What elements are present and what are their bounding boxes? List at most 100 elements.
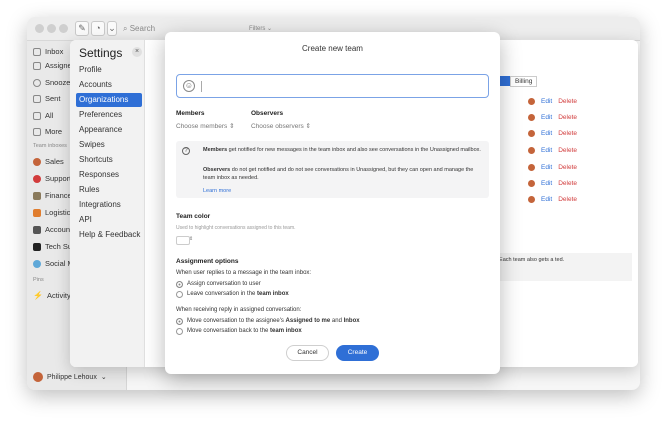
- settings-nav-profile[interactable]: Profile: [76, 63, 142, 77]
- create-team-dialog: Create new team ☺ Members Choose members…: [165, 32, 500, 374]
- team-row: Edit Delete: [528, 164, 577, 171]
- team-row: Edit Delete: [528, 130, 577, 137]
- radio-assign-to-user[interactable]: [176, 281, 183, 288]
- sidebar-team-logistics[interactable]: Logistics: [33, 208, 74, 217]
- tab-billing[interactable]: Billing: [510, 76, 538, 87]
- settings-nav-help[interactable]: Help & Feedback: [76, 228, 142, 242]
- cancel-button[interactable]: Cancel: [286, 345, 329, 361]
- team-row: Edit Delete: [528, 147, 577, 154]
- inbox-icon: [33, 47, 41, 56]
- roles-info-box: ? Members get notified for new messages …: [176, 141, 489, 198]
- delete-link[interactable]: Delete: [558, 196, 577, 203]
- teams-note: . Each team also gets a ted.: [492, 253, 632, 281]
- sidebar-item-snoozed[interactable]: Snoozed: [33, 78, 75, 87]
- radio-leave-in-team-inbox[interactable]: [176, 291, 183, 298]
- edit-link[interactable]: Edit: [541, 196, 552, 203]
- edit-link[interactable]: Edit: [541, 114, 552, 121]
- settings-nav-shortcuts[interactable]: Shortcuts: [76, 153, 142, 167]
- zoom-window-icon[interactable]: [59, 24, 68, 33]
- observers-select[interactable]: Choose observers ⇕: [251, 122, 311, 130]
- avatar: [33, 372, 43, 382]
- settings-nav-preferences[interactable]: Preferences: [76, 108, 142, 122]
- radio-move-back-to-team-inbox[interactable]: [176, 328, 183, 335]
- pins-heading: Pins: [33, 277, 44, 283]
- close-window-icon[interactable]: [35, 24, 44, 33]
- team-name-input[interactable]: ☺: [176, 74, 489, 98]
- team-sales-icon: [33, 157, 41, 166]
- delete-link[interactable]: Delete: [558, 114, 577, 121]
- close-icon[interactable]: ×: [132, 47, 142, 57]
- team-color-picker[interactable]: [176, 236, 190, 245]
- team-social-media-icon: [33, 259, 41, 268]
- assigned-icon: [33, 61, 41, 70]
- sidebar-team-support[interactable]: Support: [33, 174, 71, 183]
- avatar: [528, 180, 535, 187]
- chevron-down-icon: ⌄: [100, 374, 107, 381]
- members-info: Members get notified for new messages in…: [203, 147, 481, 153]
- observers-info: Observers do not get notified and do not…: [203, 167, 474, 181]
- settings-nav-swipes[interactable]: Swipes: [76, 138, 142, 152]
- clock-icon: [33, 78, 41, 87]
- text-caret: [201, 81, 202, 92]
- edit-link[interactable]: Edit: [541, 98, 552, 105]
- receive-question: When receiving reply in assigned convers…: [176, 307, 302, 313]
- chevron-down-icon[interactable]: ⌄: [107, 21, 117, 36]
- move-to-assignee-label: Move conversation to the assignee's Assi…: [187, 318, 360, 324]
- avatar: [528, 164, 535, 171]
- settings-nav-integrations[interactable]: Integrations: [76, 198, 142, 212]
- help-icon: ?: [182, 147, 190, 155]
- all-icon: [33, 111, 41, 120]
- members-select[interactable]: Choose members ⇕: [176, 122, 235, 130]
- create-button[interactable]: Create: [336, 345, 379, 361]
- team-logistics-icon: [33, 208, 41, 217]
- settings-nav-organizations[interactable]: Organizations: [76, 93, 142, 107]
- compose-icon[interactable]: ✎: [75, 21, 89, 36]
- team-support-icon: [33, 174, 41, 183]
- move-back-label: Move conversation back to the team inbox: [187, 328, 302, 334]
- sidebar-item-inbox[interactable]: Inbox: [33, 47, 63, 56]
- sidebar-item-more[interactable]: More: [33, 127, 62, 136]
- radio-move-to-assignee[interactable]: [176, 318, 183, 325]
- delete-link[interactable]: Delete: [558, 147, 577, 154]
- avatar: [528, 114, 535, 121]
- sidebar-item-sent[interactable]: Sent: [33, 94, 60, 103]
- more-icon: [33, 127, 41, 136]
- sidebar-team-sales[interactable]: Sales: [33, 157, 64, 166]
- settings-nav-responses[interactable]: Responses: [76, 168, 142, 182]
- sidebar-team-finance[interactable]: Finance: [33, 191, 72, 200]
- delete-link[interactable]: Delete: [558, 130, 577, 137]
- sidebar-item-all[interactable]: All: [33, 111, 53, 120]
- edit-link[interactable]: Edit: [541, 147, 552, 154]
- team-inboxes-heading: Team inboxes: [33, 143, 67, 149]
- team-color-label: Team color: [176, 213, 211, 220]
- team-tech-support-icon: [33, 242, 41, 251]
- team-row: Edit Delete: [528, 180, 577, 187]
- edit-link[interactable]: Edit: [541, 164, 552, 171]
- settings-title: Settings: [79, 46, 123, 60]
- emoji-picker-icon[interactable]: ☺: [183, 80, 195, 92]
- edit-link[interactable]: Edit: [541, 180, 552, 187]
- assign-to-user-label: Assign conversation to user: [187, 281, 261, 287]
- sidebar-pin-activity[interactable]: ⚡ Activity: [33, 291, 71, 300]
- delete-link[interactable]: Delete: [558, 98, 577, 105]
- assignment-options-title: Assignment options: [176, 258, 239, 265]
- chat-icon[interactable]: ◔: [91, 21, 105, 36]
- team-row: Edit Delete: [528, 196, 577, 203]
- settings-nav-api[interactable]: API: [76, 213, 142, 227]
- avatar: [528, 130, 535, 137]
- edit-link[interactable]: Edit: [541, 130, 552, 137]
- minimize-window-icon[interactable]: [47, 24, 56, 33]
- delete-link[interactable]: Delete: [558, 180, 577, 187]
- search-placeholder: Search: [129, 24, 156, 33]
- avatar: [528, 98, 535, 105]
- delete-link[interactable]: Delete: [558, 164, 577, 171]
- settings-nav-appearance[interactable]: Appearance: [76, 123, 142, 137]
- dialog-title: Create new team: [302, 44, 363, 53]
- settings-nav: Settings × Profile Accounts Organization…: [70, 40, 145, 367]
- avatar: [528, 147, 535, 154]
- learn-more-link[interactable]: Learn more: [203, 188, 231, 194]
- user-menu[interactable]: Philippe Lehoux ⌄: [33, 372, 107, 382]
- settings-nav-rules[interactable]: Rules: [76, 183, 142, 197]
- chevron-updown-icon: ⇕: [189, 236, 194, 242]
- settings-nav-accounts[interactable]: Accounts: [76, 78, 142, 92]
